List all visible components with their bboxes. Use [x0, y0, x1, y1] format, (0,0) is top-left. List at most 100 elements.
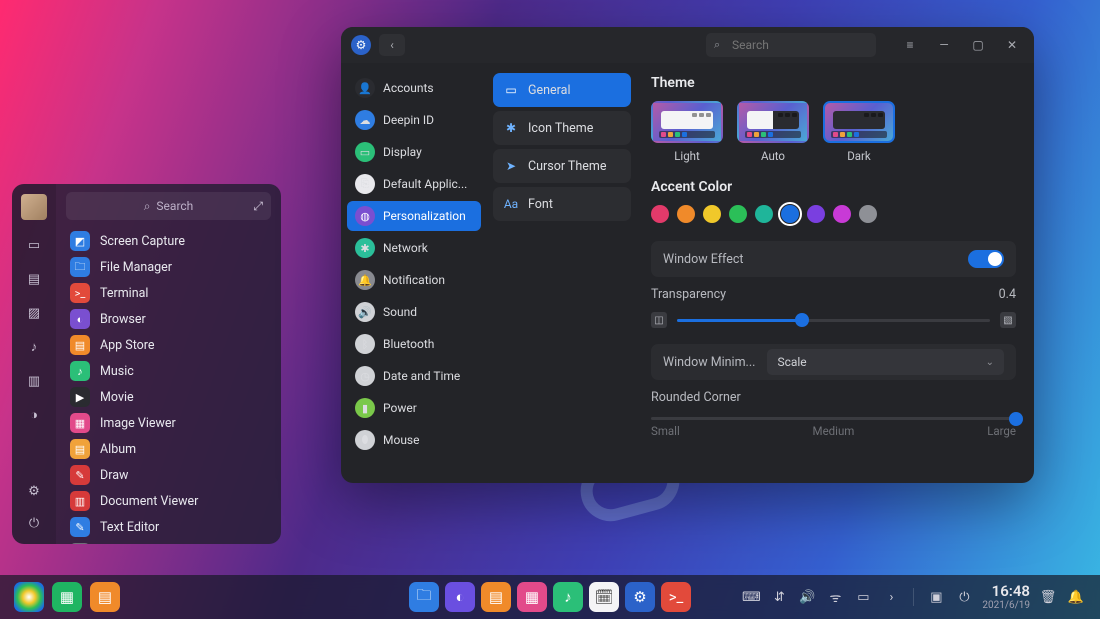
settings-icon[interactable]: ⚙ [25, 482, 43, 500]
dock-app-icon[interactable]: 🗓 [589, 582, 619, 612]
window-minimize-value: Scale [777, 355, 806, 369]
settings-search-input[interactable] [706, 33, 876, 57]
minimize-button[interactable]: ― [932, 33, 956, 57]
expand-icon[interactable]: ⤢ [253, 199, 263, 214]
settings-search[interactable]: ⌕ [706, 33, 876, 57]
category-item[interactable]: ▮Power [347, 393, 481, 423]
launcher-search[interactable]: ⌕ Search ⤢ [66, 192, 271, 220]
notification-tray-icon[interactable]: 🔔 [1066, 587, 1086, 607]
subtab-item[interactable]: ✱Icon Theme [493, 111, 631, 145]
launcher-app-item[interactable]: ✎Text Editor [62, 514, 275, 540]
slider-thumb[interactable] [1009, 412, 1023, 426]
wifi-tray-icon[interactable]: ᯤ [825, 587, 845, 607]
category-chat-icon[interactable]: ▤ [25, 270, 43, 288]
launcher-app-item[interactable]: ▦Image Viewer [62, 410, 275, 436]
category-item[interactable]: 🔔Notification [347, 265, 481, 295]
accent-swatch[interactable] [859, 205, 877, 223]
slider-thumb[interactable] [795, 313, 809, 327]
category-item[interactable]: ᛒBluetooth [347, 329, 481, 359]
dock-app-icon[interactable]: ◐ [445, 582, 475, 612]
category-item[interactable]: ⬮Mouse [347, 425, 481, 455]
accent-swatch[interactable] [755, 205, 773, 223]
dock-app-icon[interactable]: ▦ [517, 582, 547, 612]
accent-swatch[interactable] [781, 205, 799, 223]
categories-icon: ⋯ [70, 543, 90, 544]
subtab-item[interactable]: ▭General [493, 73, 631, 107]
theme-option-dark[interactable]: Dark [823, 101, 895, 163]
category-icon: ⬮ [355, 430, 375, 450]
rounded-corner-slider[interactable] [651, 417, 1016, 420]
launcher-button[interactable] [14, 582, 44, 612]
launcher-app-item[interactable]: ▤Album [62, 436, 275, 462]
power-icon[interactable]: ⏻ [25, 514, 43, 532]
shutdown-tray-icon[interactable]: ⏻ [954, 587, 974, 607]
launcher-app-item[interactable]: ▤App Store [62, 332, 275, 358]
accent-swatch[interactable] [807, 205, 825, 223]
window-effect-toggle[interactable] [968, 250, 1004, 268]
close-button[interactable]: ✕ [1000, 33, 1024, 57]
transparency-slider[interactable] [677, 319, 990, 322]
category-item[interactable]: ⎘Default Applic... [347, 169, 481, 199]
launcher-app-item[interactable]: ✎Draw [62, 462, 275, 488]
category-internet-icon[interactable]: ▭ [25, 236, 43, 254]
accent-swatch[interactable] [729, 205, 747, 223]
accent-swatch[interactable] [833, 205, 851, 223]
category-music-icon[interactable]: ♪ [25, 338, 43, 356]
app-label: Music [100, 364, 134, 379]
category-reading-icon[interactable]: ▥ [25, 372, 43, 390]
category-icon: ☁ [355, 110, 375, 130]
all-categories-item[interactable]: ⋯All Categories› [62, 540, 275, 544]
category-icon: ✱ [355, 238, 375, 258]
theme-preview [651, 101, 723, 143]
dock-app-icon[interactable]: 🗀 [409, 582, 439, 612]
launcher-app-item[interactable]: ◩Screen Capture [62, 228, 275, 254]
launcher-app-item[interactable]: ♪Music [62, 358, 275, 384]
user-avatar[interactable] [21, 194, 47, 220]
app-label: Movie [100, 390, 134, 405]
category-item[interactable]: ▭Display [347, 137, 481, 167]
search-icon: ⌕ [714, 38, 720, 52]
launcher-app-item[interactable]: ◐Browser [62, 306, 275, 332]
launcher-app-item[interactable]: 🗀File Manager [62, 254, 275, 280]
theme-option-light[interactable]: Light [651, 101, 723, 163]
app-label: Album [100, 442, 136, 457]
show-desktop-button[interactable]: ▤ [90, 582, 120, 612]
category-item[interactable]: 👤Accounts [347, 73, 481, 103]
subtab-label: Cursor Theme [528, 159, 607, 174]
back-button[interactable]: ‹ [379, 34, 405, 56]
subtab-item[interactable]: ➤Cursor Theme [493, 149, 631, 183]
category-icon: ⎘ [355, 174, 375, 194]
category-item[interactable]: ◷Date and Time [347, 361, 481, 391]
accent-swatch[interactable] [651, 205, 669, 223]
maximize-button[interactable]: ▢ [966, 33, 990, 57]
launcher-app-item[interactable]: >_Terminal [62, 280, 275, 306]
dock-app-icon[interactable]: ⚙ [625, 582, 655, 612]
launcher-app-item[interactable]: ▥Document Viewer [62, 488, 275, 514]
window-minimize-select[interactable]: Scale ⌄ [767, 349, 1004, 375]
accent-swatch[interactable] [703, 205, 721, 223]
category-other-icon[interactable]: ◑ [25, 406, 43, 424]
category-item[interactable]: ◍Personalization [347, 201, 481, 231]
category-graphics-icon[interactable]: ▨ [25, 304, 43, 322]
clock[interactable]: 16:48 2021/6/19 [982, 583, 1030, 611]
keyboard-tray-icon[interactable]: ⌨ [741, 587, 761, 607]
battery-tray-icon[interactable]: ▭ [853, 587, 873, 607]
multitask-button[interactable]: ▦ [52, 582, 82, 612]
trash-tray-icon[interactable]: 🗑 [1038, 587, 1058, 607]
dock-app-icon[interactable]: ▤ [481, 582, 511, 612]
category-item[interactable]: ✱Network [347, 233, 481, 263]
volume-tray-icon[interactable]: 🔊 [797, 587, 817, 607]
launcher-app-item[interactable]: ▶Movie [62, 384, 275, 410]
category-icon: 🔔 [355, 270, 375, 290]
accent-swatch[interactable] [677, 205, 695, 223]
dock-app-icon[interactable]: >_ [661, 582, 691, 612]
tray-expand-icon[interactable]: › [881, 587, 901, 607]
usb-tray-icon[interactable]: ⇵ [769, 587, 789, 607]
dock-app-icon[interactable]: ♪ [553, 582, 583, 612]
category-item[interactable]: ☁Deepin ID [347, 105, 481, 135]
category-item[interactable]: 🔊Sound [347, 297, 481, 327]
subtab-item[interactable]: AaFont [493, 187, 631, 221]
screenshot-tray-icon[interactable]: ▣ [926, 587, 946, 607]
menu-button[interactable]: ≡ [898, 33, 922, 57]
theme-option-auto[interactable]: Auto [737, 101, 809, 163]
